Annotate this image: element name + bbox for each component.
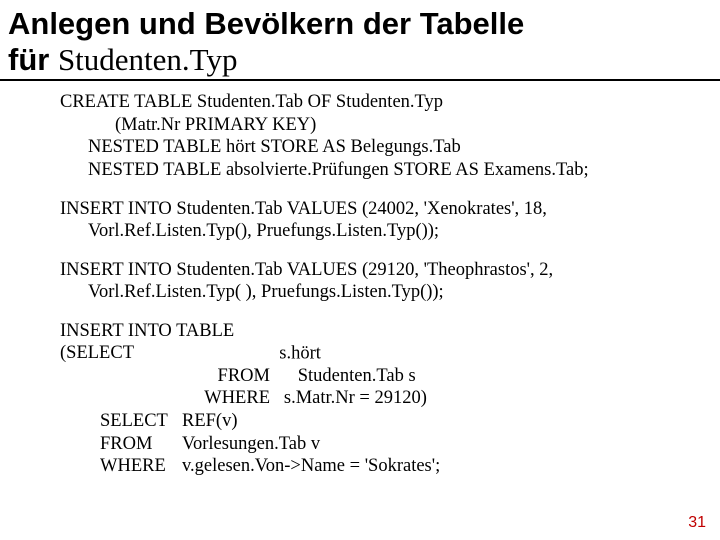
code-line: SELECTREF(v) — [60, 410, 720, 433]
code-line: FROM Studenten.Tab s — [60, 365, 720, 388]
code-seg: REF(v) — [182, 411, 238, 431]
code-line: WHERE s.Matr.Nr = 29120) — [60, 387, 720, 410]
code-line: NESTED TABLE hört STORE AS Belegungs.Tab — [60, 136, 720, 159]
code-line: Vorl.Ref.Listen.Typ( ), Pruefungs.Listen… — [60, 281, 720, 304]
code-line: INSERT INTO TABLE (SELECT s.hört — [60, 320, 720, 365]
code-seg: WHERE — [60, 387, 270, 410]
code-line: WHEREv.gelesen.Von->Name = 'Sokrates'; — [60, 455, 720, 478]
page-number: 31 — [688, 514, 706, 532]
code-seg: INSERT INTO TABLE (SELECT — [60, 320, 270, 365]
code-seg: SELECT — [100, 410, 182, 433]
title-prefix2: für — [8, 42, 58, 77]
title-line1: Anlegen und Bevölkern der Tabelle — [8, 6, 524, 41]
code-seg: Studenten.Tab s — [298, 366, 416, 386]
title-serif-part: Studenten.Typ — [58, 42, 238, 77]
code-line: Vorl.Ref.Listen.Typ(), Pruefungs.Listen.… — [60, 220, 720, 243]
code-seg: s.Matr.Nr = 29120) — [284, 388, 427, 408]
code-line: NESTED TABLE absolvierte.Prüfungen STORE… — [60, 159, 720, 182]
slide-body: CREATE TABLE Studenten.Tab OF Studenten.… — [0, 81, 720, 477]
code-seg: FROM — [100, 433, 182, 456]
code-line: INSERT INTO Studenten.Tab VALUES (29120,… — [60, 259, 720, 282]
code-seg: v.gelesen.Von->Name = 'Sokrates'; — [182, 456, 440, 476]
sql-insert3-block: INSERT INTO TABLE (SELECT s.hört FROM St… — [60, 320, 720, 478]
slide-title: Anlegen und Bevölkern der Tabelle für St… — [0, 0, 720, 81]
code-seg: Vorlesungen.Tab v — [182, 434, 320, 454]
code-seg: s.hört — [279, 343, 321, 363]
code-seg: WHERE — [100, 455, 182, 478]
code-line: (Matr.Nr PRIMARY KEY) — [60, 114, 720, 137]
sql-insert1-block: INSERT INTO Studenten.Tab VALUES (24002,… — [60, 198, 720, 243]
code-seg: FROM — [60, 365, 270, 388]
sql-insert2-block: INSERT INTO Studenten.Tab VALUES (29120,… — [60, 259, 720, 304]
code-line: INSERT INTO Studenten.Tab VALUES (24002,… — [60, 198, 720, 221]
code-line: FROMVorlesungen.Tab v — [60, 433, 720, 456]
code-line: CREATE TABLE Studenten.Tab OF Studenten.… — [60, 91, 720, 114]
sql-create-block: CREATE TABLE Studenten.Tab OF Studenten.… — [60, 91, 720, 181]
